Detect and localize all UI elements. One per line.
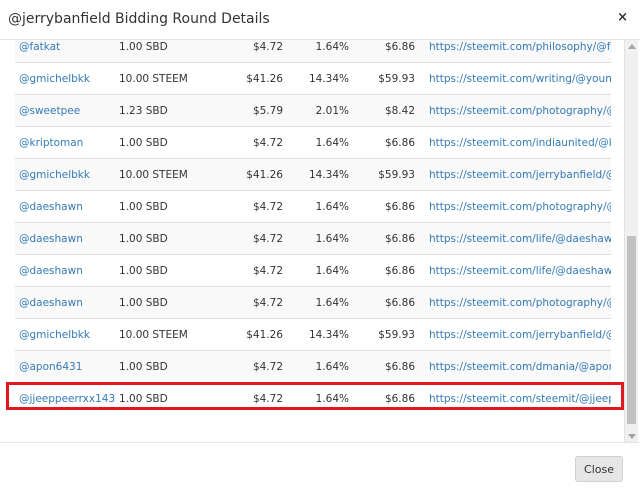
vote-value: $6.86 xyxy=(353,40,419,63)
bidder-link[interactable]: @gmichelbkk xyxy=(15,158,115,191)
post-link[interactable]: https://steemit.com/writing/@youngky/sv xyxy=(419,62,611,95)
post-link[interactable]: https://steemit.com/dmania/@apon6431/ xyxy=(419,350,611,383)
bid-amount: 1.00 SBD xyxy=(115,222,219,255)
modal-title: @jerrybanfield Bidding Round Details xyxy=(8,11,270,27)
bid-usd: $4.72 xyxy=(219,222,287,255)
post-link[interactable]: https://steemit.com/steemit/@jjeeppeerrx xyxy=(419,382,611,415)
bid-amount: 1.00 SBD xyxy=(115,254,219,287)
bid-usd: $5.79 xyxy=(219,94,287,127)
post-link[interactable]: https://steemit.com/philosophy/@fatkat/v xyxy=(419,40,611,63)
bid-percent: 1.64% xyxy=(287,126,353,159)
bidder-link[interactable]: @sweetpee xyxy=(15,94,115,127)
scroll-thumb[interactable] xyxy=(627,236,636,424)
table-row: @daeshawn 1.00 SBD $4.72 1.64% $6.86 https://… xyxy=(15,254,611,287)
bidder-link[interactable]: @gmichelbkk xyxy=(15,62,115,95)
table-row: @daeshawn 1.00 SBD $4.72 1.64% $6.86 https://… xyxy=(15,286,611,319)
vote-value: $59.93 xyxy=(353,62,419,95)
bid-percent: 2.01% xyxy=(287,94,353,127)
post-link[interactable]: https://steemit.com/jerrybanfield/@space xyxy=(419,158,611,191)
bid-percent: 14.34% xyxy=(287,62,353,95)
modal-header: @jerrybanfield Bidding Round Details × xyxy=(0,0,640,40)
post-link[interactable]: https://steemit.com/life/@daeshawn/wat xyxy=(419,222,611,255)
table-row: @gmichelbkk 10.00 STEEM $41.26 14.34% $59.93… xyxy=(15,318,611,351)
table-row: @gmichelbkk 10.00 STEEM $41.26 14.34% $59.93… xyxy=(15,158,611,191)
close-button[interactable]: Close xyxy=(575,456,623,482)
bidder-link[interactable]: @kriptoman xyxy=(15,126,115,159)
bid-amount: 10.00 STEEM xyxy=(115,318,219,351)
vote-value: $59.93 xyxy=(353,158,419,191)
vote-value: $6.86 xyxy=(353,382,419,415)
bid-amount: 1.23 SBD xyxy=(115,94,219,127)
bidder-link[interactable]: @daeshawn xyxy=(15,222,115,255)
bidding-round-modal: @jerrybanfield Bidding Round Details × @… xyxy=(0,0,640,495)
bid-usd: $4.72 xyxy=(219,254,287,287)
bid-usd: $41.26 xyxy=(219,318,287,351)
bidder-link[interactable]: @daeshawn xyxy=(15,190,115,223)
bidder-link[interactable]: @gmichelbkk xyxy=(15,318,115,351)
bid-usd: $4.72 xyxy=(219,286,287,319)
post-link[interactable]: https://steemit.com/indiaunited/@kripton xyxy=(419,126,611,159)
bid-percent: 1.64% xyxy=(287,254,353,287)
modal-body: @fatkat 1.00 SBD $4.72 1.64% $6.86 https://st… xyxy=(0,40,625,442)
bidder-link[interactable]: @daeshawn xyxy=(15,286,115,319)
bid-amount: 1.00 SBD xyxy=(115,40,219,63)
close-icon[interactable]: × xyxy=(617,10,628,25)
post-link[interactable]: https://steemit.com/life/@daeshawn/coo xyxy=(419,254,611,287)
bid-percent: 1.64% xyxy=(287,222,353,255)
post-link[interactable]: https://steemit.com/photography/@daesh xyxy=(419,190,611,223)
bid-amount: 1.00 SBD xyxy=(115,190,219,223)
bid-usd: $4.72 xyxy=(219,382,287,415)
bid-percent: 1.64% xyxy=(287,40,353,63)
bidder-link[interactable]: @jjeeppeerrxx143 xyxy=(15,382,115,415)
bid-percent: 1.64% xyxy=(287,286,353,319)
post-link[interactable]: https://steemit.com/photography/@daesh xyxy=(419,286,611,319)
bids-table: @fatkat 1.00 SBD $4.72 1.64% $6.86 https://st… xyxy=(15,40,611,415)
bidder-link[interactable]: @daeshawn xyxy=(15,254,115,287)
scroll-down-arrow-icon[interactable] xyxy=(628,434,636,439)
vote-value: $6.86 xyxy=(353,190,419,223)
table-row: @sweetpee 1.23 SBD $5.79 2.01% $8.42 https://… xyxy=(15,94,611,127)
table-row: @daeshawn 1.00 SBD $4.72 1.64% $6.86 https://… xyxy=(15,190,611,223)
table-row: @jjeeppeerrxx143 1.00 SBD $4.72 1.64% $6.86 h… xyxy=(15,382,611,415)
vote-value: $6.86 xyxy=(353,222,419,255)
vote-value: $6.86 xyxy=(353,254,419,287)
table-row: @gmichelbkk 10.00 STEEM $41.26 14.34% $59.93… xyxy=(15,62,611,95)
bidder-link[interactable]: @fatkat xyxy=(15,40,115,63)
bid-usd: $4.72 xyxy=(219,40,287,63)
bid-percent: 14.34% xyxy=(287,158,353,191)
bidder-link[interactable]: @apon6431 xyxy=(15,350,115,383)
scrollbar[interactable] xyxy=(624,40,638,443)
vote-value: $6.86 xyxy=(353,126,419,159)
vote-value: $59.93 xyxy=(353,318,419,351)
bid-amount: 1.00 SBD xyxy=(115,382,219,415)
bid-usd: $41.26 xyxy=(219,158,287,191)
vote-value: $8.42 xyxy=(353,94,419,127)
bid-amount: 10.00 STEEM xyxy=(115,62,219,95)
bid-amount: 1.00 SBD xyxy=(115,126,219,159)
bid-percent: 1.64% xyxy=(287,190,353,223)
post-link[interactable]: https://steemit.com/photography/@kenny xyxy=(419,94,611,127)
bid-usd: $4.72 xyxy=(219,190,287,223)
scroll-up-arrow-icon[interactable] xyxy=(628,44,636,49)
bid-usd: $41.26 xyxy=(219,62,287,95)
bid-amount: 1.00 SBD xyxy=(115,286,219,319)
bid-percent: 1.64% xyxy=(287,350,353,383)
vote-value: $6.86 xyxy=(353,286,419,319)
table-row: @daeshawn 1.00 SBD $4.72 1.64% $6.86 https://… xyxy=(15,222,611,255)
bid-percent: 1.64% xyxy=(287,382,353,415)
bid-usd: $4.72 xyxy=(219,126,287,159)
bid-amount: 10.00 STEEM xyxy=(115,158,219,191)
bid-usd: $4.72 xyxy=(219,350,287,383)
bid-percent: 14.34% xyxy=(287,318,353,351)
bid-amount: 1.00 SBD xyxy=(115,350,219,383)
modal-footer: Close xyxy=(0,442,640,495)
post-link[interactable]: https://steemit.com/jerrybanfield/@jyoti… xyxy=(419,318,611,351)
table-row: @fatkat 1.00 SBD $4.72 1.64% $6.86 https://st… xyxy=(15,40,611,63)
table-row: @apon6431 1.00 SBD $4.72 1.64% $6.86 https://… xyxy=(15,350,611,383)
vote-value: $6.86 xyxy=(353,350,419,383)
table-row: @kriptoman 1.00 SBD $4.72 1.64% $6.86 https:/… xyxy=(15,126,611,159)
